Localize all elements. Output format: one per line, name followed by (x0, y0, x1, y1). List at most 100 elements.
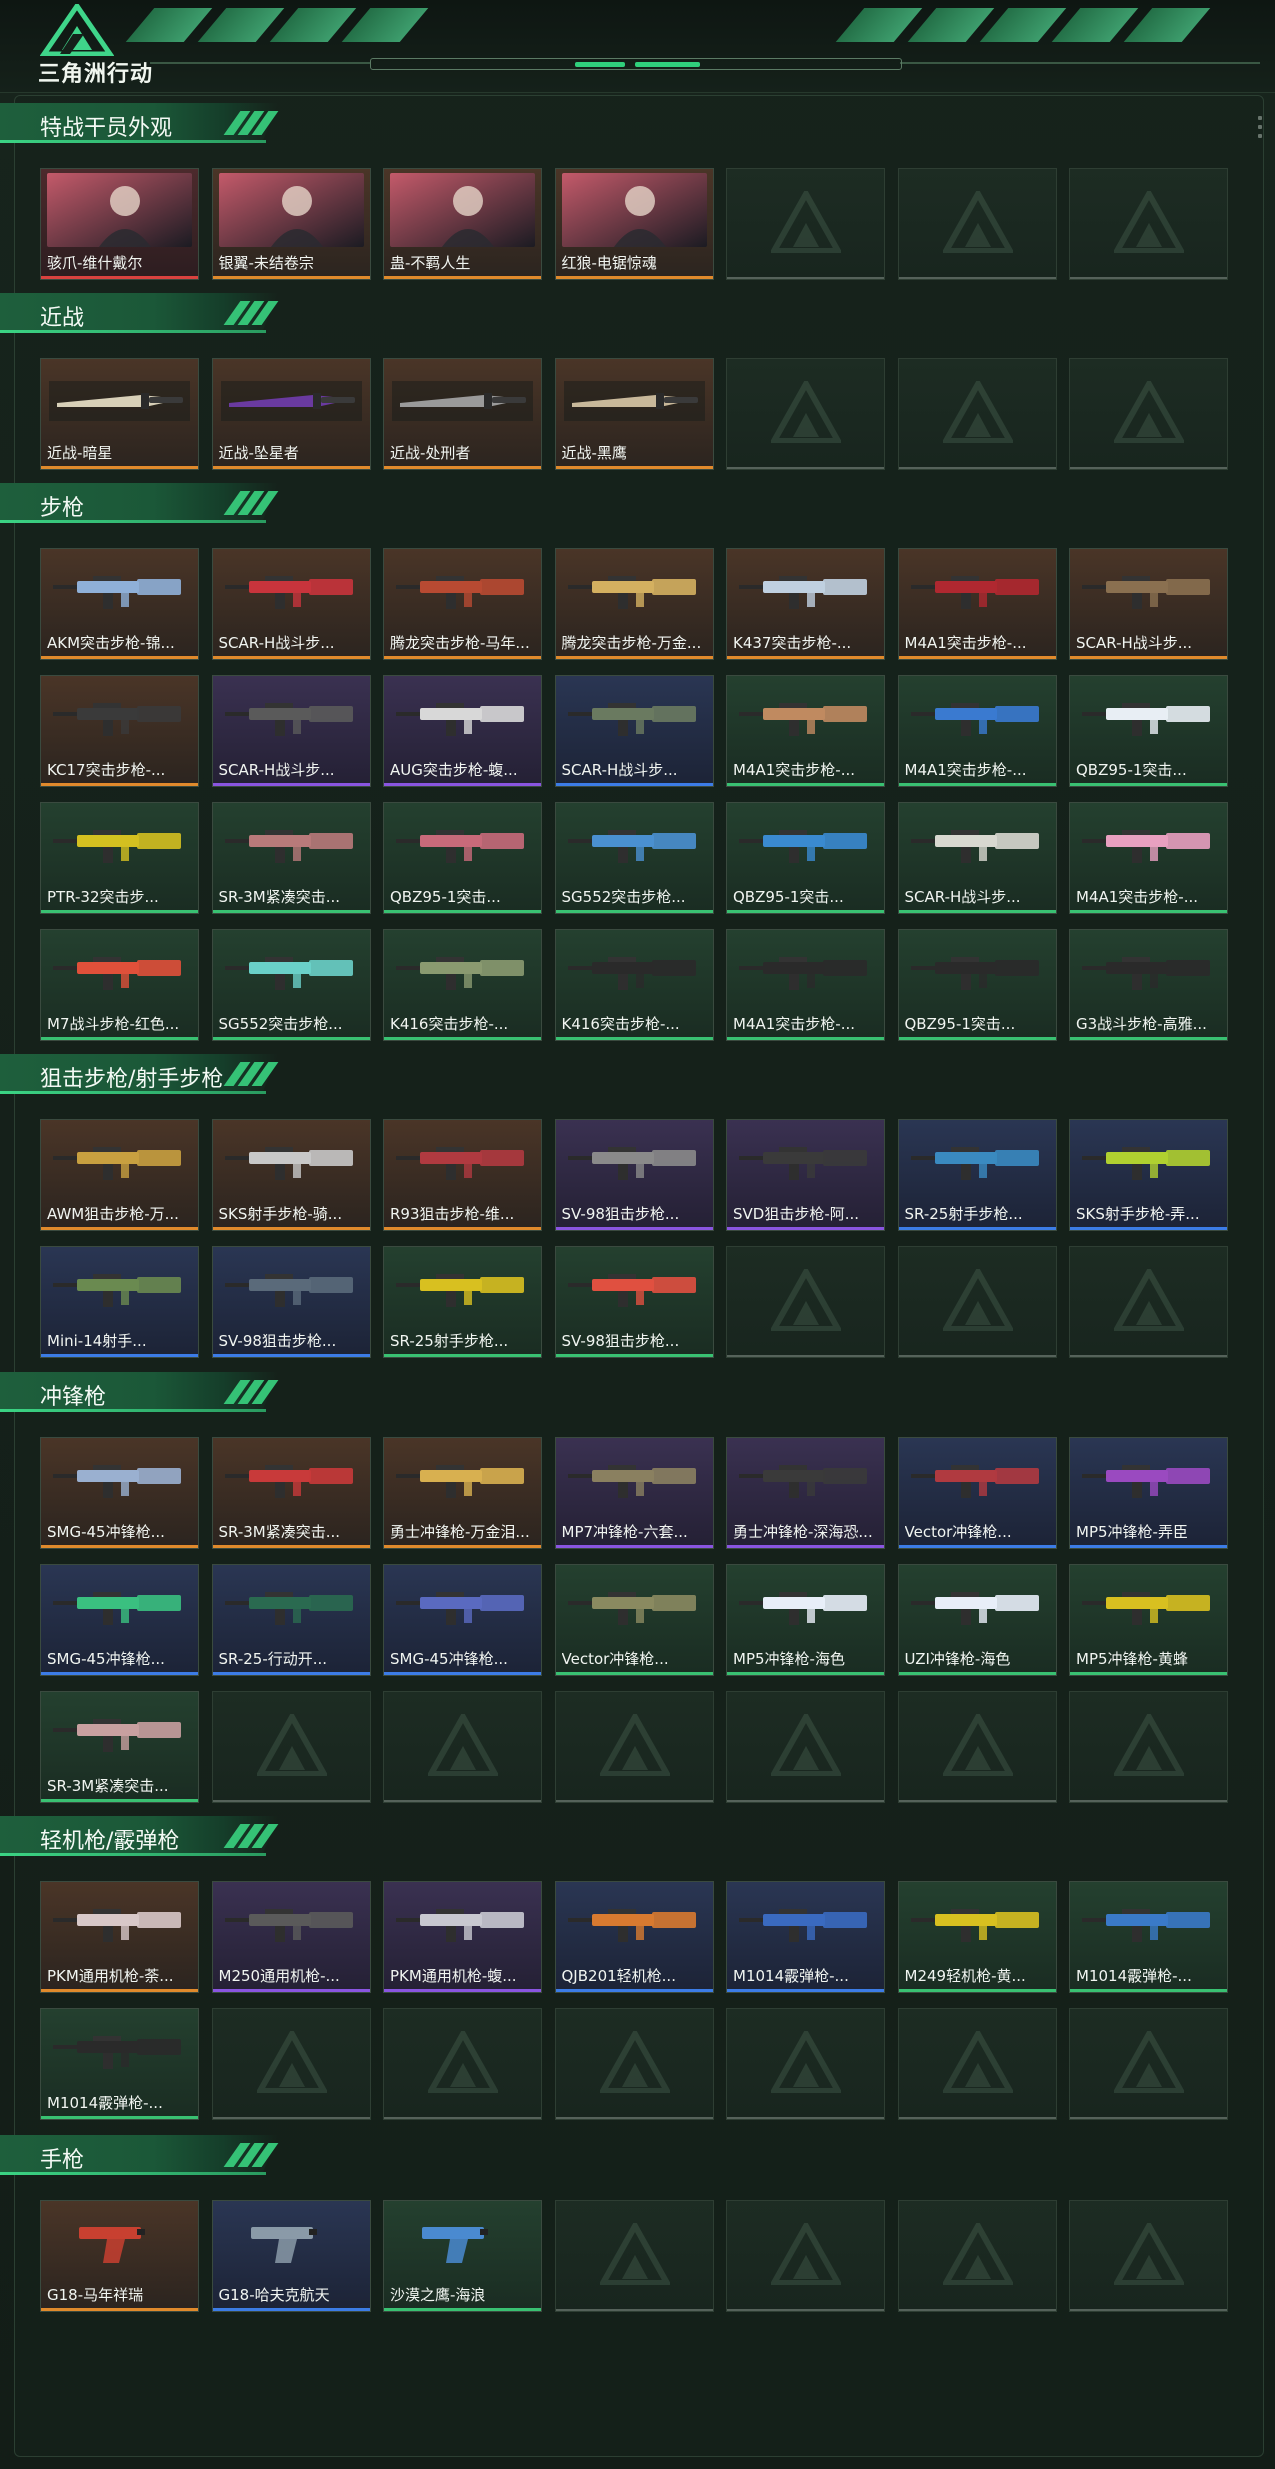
skin-card[interactable]: M4A1突击步枪-... (897, 548, 1057, 660)
skin-card[interactable]: SV-98狙击步枪... (554, 1246, 714, 1358)
skin-card[interactable]: SVD狙击步枪-阿... (726, 1119, 885, 1231)
skin-card[interactable]: M4A1突击步枪-... (1069, 802, 1228, 914)
skin-card[interactable]: M4A1突击步枪-... (726, 675, 885, 787)
rarity-bar (212, 2308, 370, 2311)
skin-card[interactable]: 骇爪-维什戴尔 (40, 168, 199, 280)
skin-card[interactable]: M1014霰弹枪-... (726, 1881, 885, 1993)
skin-card[interactable]: AWM狙击步枪-万... (40, 1119, 199, 1231)
skin-card[interactable]: SCAR-H战斗步... (211, 548, 371, 660)
skin-card[interactable]: QBZ95-1突击... (1069, 675, 1228, 787)
skin-card[interactable]: K437突击步枪-... (726, 548, 885, 660)
skin-name: SMG-45冲锋枪... (47, 1523, 165, 1541)
weapon-image (41, 803, 198, 885)
rarity-bar (212, 1354, 370, 1357)
skin-card[interactable]: R93狙击步枪-维... (383, 1119, 542, 1231)
header-stripes-left-icon (125, 8, 429, 42)
skin-card[interactable]: QBZ95-1突击... (897, 929, 1057, 1041)
skin-card[interactable]: QBZ95-1突击... (383, 802, 542, 914)
skin-card[interactable]: 腾龙突击步枪-万金... (554, 548, 714, 660)
skin-card[interactable]: 近战-黑鹰 (554, 358, 714, 470)
skin-card[interactable]: G18-哈夫克航天 (211, 2200, 371, 2312)
skin-card[interactable]: SCAR-H战斗步... (554, 675, 714, 787)
skin-name: 近战-黑鹰 (561, 444, 627, 462)
skin-card[interactable]: SV-98狙击步枪... (554, 1119, 714, 1231)
section-header: 冲锋枪 (0, 1372, 279, 1412)
skin-card[interactable]: PKM通用机枪-蝮... (383, 1881, 542, 1993)
skin-card[interactable]: Mini-14射手... (40, 1246, 199, 1358)
skin-card[interactable]: SG552突击步枪... (554, 802, 714, 914)
skin-card[interactable]: M249轻机枪-黄... (897, 1881, 1057, 1993)
rarity-bar (41, 783, 198, 786)
weapon-image (384, 676, 541, 758)
skin-card[interactable]: MP5冲锋枪-海色 (726, 1564, 885, 1676)
skin-card[interactable]: MP5冲锋枪-黄蜂 (1069, 1564, 1228, 1676)
skin-card[interactable]: 银翼-未结卷宗 (211, 168, 371, 280)
skin-card[interactable]: PKM通用机枪-荼... (40, 1881, 199, 1993)
empty-slot (897, 168, 1057, 280)
skin-card[interactable]: AUG突击步枪-蝮... (383, 675, 542, 787)
skin-card[interactable]: UZI冲锋枪-海色 (897, 1564, 1057, 1676)
skin-card[interactable]: 腾龙突击步枪-马年... (383, 548, 542, 660)
skin-card[interactable]: G18-马年祥瑞 (40, 2200, 199, 2312)
skin-card[interactable]: M1014霰弹枪-... (1069, 1881, 1228, 1993)
skin-card[interactable]: 沙漠之鹰-海浪 (383, 2200, 542, 2312)
delta-logo-icon (40, 4, 114, 56)
weapon-image (556, 803, 713, 885)
skin-card[interactable]: QBZ95-1突击... (726, 802, 885, 914)
skin-card[interactable]: 勇士冲锋枪-深海恐... (726, 1437, 885, 1549)
skin-card[interactable]: SR-25-行动开... (211, 1564, 371, 1676)
skin-card[interactable]: SKS射手步枪-骑... (211, 1119, 371, 1231)
skin-card[interactable]: 近战-坠星者 (211, 358, 371, 470)
rarity-bar (898, 910, 1056, 913)
rarity-bar (384, 1354, 541, 1357)
skin-card[interactable]: MP7冲锋枪-六套... (554, 1437, 714, 1549)
section-title: 手枪 (40, 2148, 85, 2173)
rarity-bar (555, 1037, 713, 1040)
skin-card[interactable]: Vector冲锋枪... (897, 1437, 1057, 1549)
skin-card[interactable]: 近战-暗星 (40, 358, 199, 470)
skin-card[interactable]: SCAR-H战斗步... (211, 675, 371, 787)
rarity-bar (384, 1037, 541, 1040)
skin-card[interactable]: PTR-32突击步... (40, 802, 199, 914)
skin-card[interactable]: G3战斗步枪-高雅... (1069, 929, 1228, 1041)
skin-card[interactable]: SMG-45冲锋枪... (40, 1437, 199, 1549)
skin-card[interactable]: 近战-处刑者 (383, 358, 542, 470)
weapon-image (899, 930, 1056, 1012)
skin-card[interactable]: SV-98狙击步枪... (211, 1246, 371, 1358)
skin-card[interactable]: SR-3M紧凑突击... (211, 802, 371, 914)
skin-card[interactable]: SKS射手步枪-弄... (1069, 1119, 1228, 1231)
skin-card[interactable]: SR-3M紧凑突击... (40, 1691, 199, 1803)
skin-card[interactable]: M1014霰弹枪-... (40, 2008, 199, 2120)
skin-card[interactable]: 蛊-不羁人生 (383, 168, 542, 280)
skin-card[interactable]: SMG-45冲锋枪... (383, 1564, 542, 1676)
skin-card[interactable]: AKM突击步枪-锦... (40, 548, 199, 660)
skin-name: AWM狙击步枪-万... (47, 1205, 179, 1223)
skin-card[interactable]: SR-3M紧凑突击... (211, 1437, 371, 1549)
skin-card[interactable]: M4A1突击步枪-... (897, 675, 1057, 787)
skin-card[interactable]: MP5冲锋枪-弄臣 (1069, 1437, 1228, 1549)
skin-card[interactable]: 红狼-电锯惊魂 (554, 168, 714, 280)
skin-card[interactable]: M7战斗步枪-红色... (40, 929, 199, 1041)
skin-card[interactable]: SR-25射手步枪... (383, 1246, 542, 1358)
skin-card[interactable]: K416突击步枪-... (554, 929, 714, 1041)
skin-name: SR-3M紧凑突击... (47, 1777, 169, 1795)
rarity-bar (41, 1545, 198, 1548)
rarity-bar (41, 1037, 198, 1040)
weapon-image (1070, 1120, 1227, 1202)
skin-card[interactable]: KC17突击步枪-... (40, 675, 199, 787)
skin-card[interactable]: SMG-45冲锋枪... (40, 1564, 199, 1676)
header: 三角洲行动 (0, 0, 1275, 93)
skin-card[interactable]: M250通用机枪-... (211, 1881, 371, 1993)
skin-card[interactable]: M4A1突击步枪-... (726, 929, 885, 1041)
skin-card[interactable]: K416突击步枪-... (383, 929, 542, 1041)
skin-card[interactable]: SG552突击步枪... (211, 929, 371, 1041)
skin-card[interactable]: SCAR-H战斗步... (1069, 548, 1228, 660)
skin-card[interactable]: SR-25射手步枪... (897, 1119, 1057, 1231)
empty-slot (211, 1691, 371, 1803)
skin-card[interactable]: Vector冲锋枪... (554, 1564, 714, 1676)
skin-card[interactable]: QJB201轻机枪... (554, 1881, 714, 1993)
empty-slot (383, 2008, 542, 2120)
skin-card[interactable]: SCAR-H战斗步... (897, 802, 1057, 914)
skin-card[interactable]: 勇士冲锋枪-万金泪... (383, 1437, 542, 1549)
rarity-bar (555, 783, 713, 786)
